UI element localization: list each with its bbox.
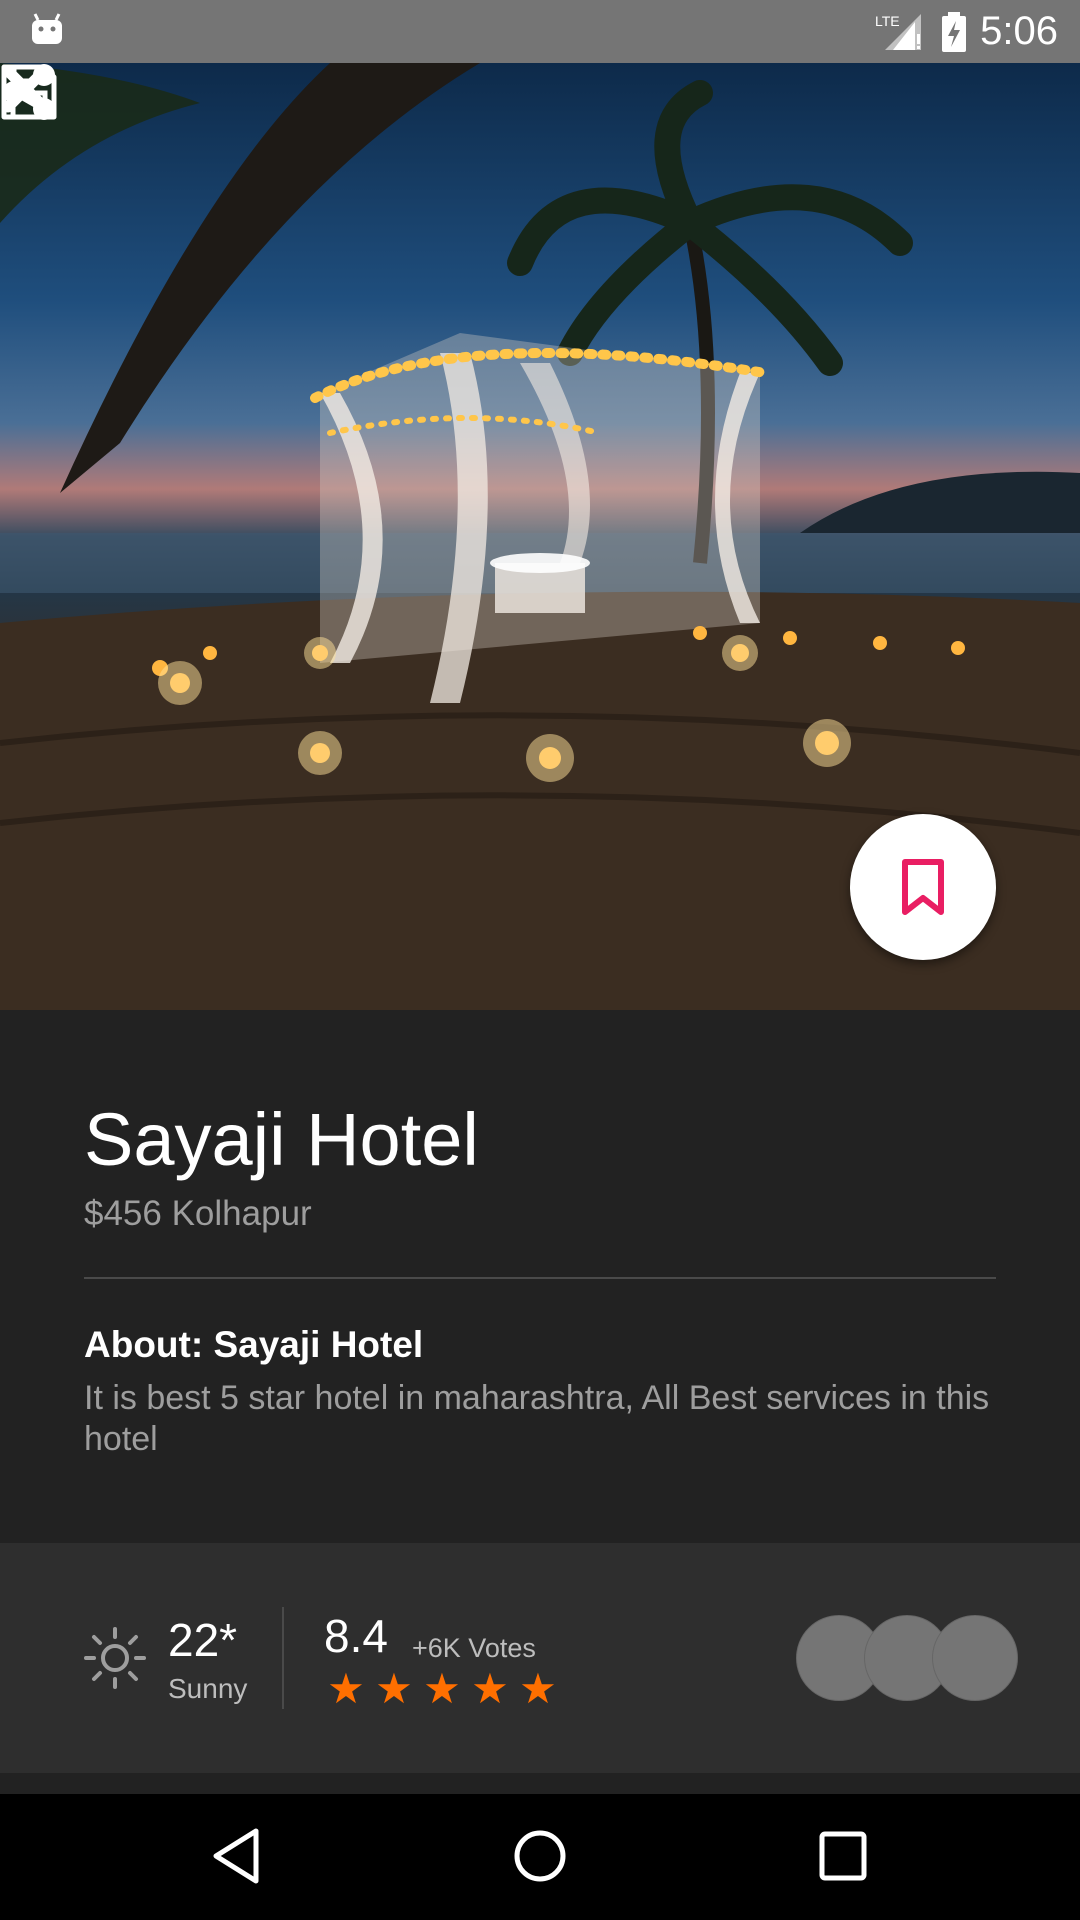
status-time: 5:06 <box>980 9 1058 53</box>
recents-icon[interactable] <box>818 1827 870 1885</box>
back-icon[interactable] <box>210 1827 262 1885</box>
star-icon: ★ <box>519 1665 557 1712</box>
votes-count: +6K Votes <box>412 1633 536 1663</box>
star-icon: ★ <box>423 1665 461 1712</box>
avatar[interactable] <box>932 1615 1018 1701</box>
bottom-spacer <box>0 1773 1080 1794</box>
hotel-info: Sayaji Hotel $456 Kolhapur About: Sayaji… <box>0 1010 1080 1543</box>
hotel-title: Sayaji Hotel <box>84 1098 479 1181</box>
stats-bar: 22* Sunny 8.4 +6K Votes ★ ★ ★ ★ ★ <box>0 1543 1080 1773</box>
bookmark-button[interactable] <box>850 814 996 960</box>
star-icon: ★ <box>327 1665 365 1712</box>
svg-text:LTE: LTE <box>875 13 900 29</box>
rating-stars: ★ ★ ★ ★ ★ <box>326 1667 558 1711</box>
android-icon <box>32 13 62 44</box>
star-icon: ★ <box>375 1665 413 1712</box>
about-heading: About: Sayaji Hotel <box>84 1324 424 1365</box>
more-vert-icon[interactable] <box>0 63 26 115</box>
battery-charging-icon <box>942 12 966 52</box>
avatar-group[interactable] <box>796 1615 1018 1701</box>
divider <box>84 1277 996 1279</box>
vertical-divider <box>282 1607 284 1709</box>
home-icon[interactable] <box>512 1827 568 1885</box>
hotel-price-location: $456 Kolhapur <box>84 1194 312 1233</box>
about-description: It is best 5 star hotel in maharashtra, … <box>84 1379 990 1458</box>
lte-signal-icon: LTE <box>875 13 921 50</box>
weather-label: Sunny <box>168 1673 248 1704</box>
status-bar: LTE 5:06 <box>0 0 1080 63</box>
star-icon: ★ <box>471 1665 509 1712</box>
navigation-bar <box>0 1773 1080 1920</box>
temperature: 22* <box>168 1614 238 1666</box>
sun-icon <box>84 1627 146 1689</box>
rating-score: 8.4 <box>324 1610 388 1662</box>
bookmark-icon <box>902 859 944 915</box>
